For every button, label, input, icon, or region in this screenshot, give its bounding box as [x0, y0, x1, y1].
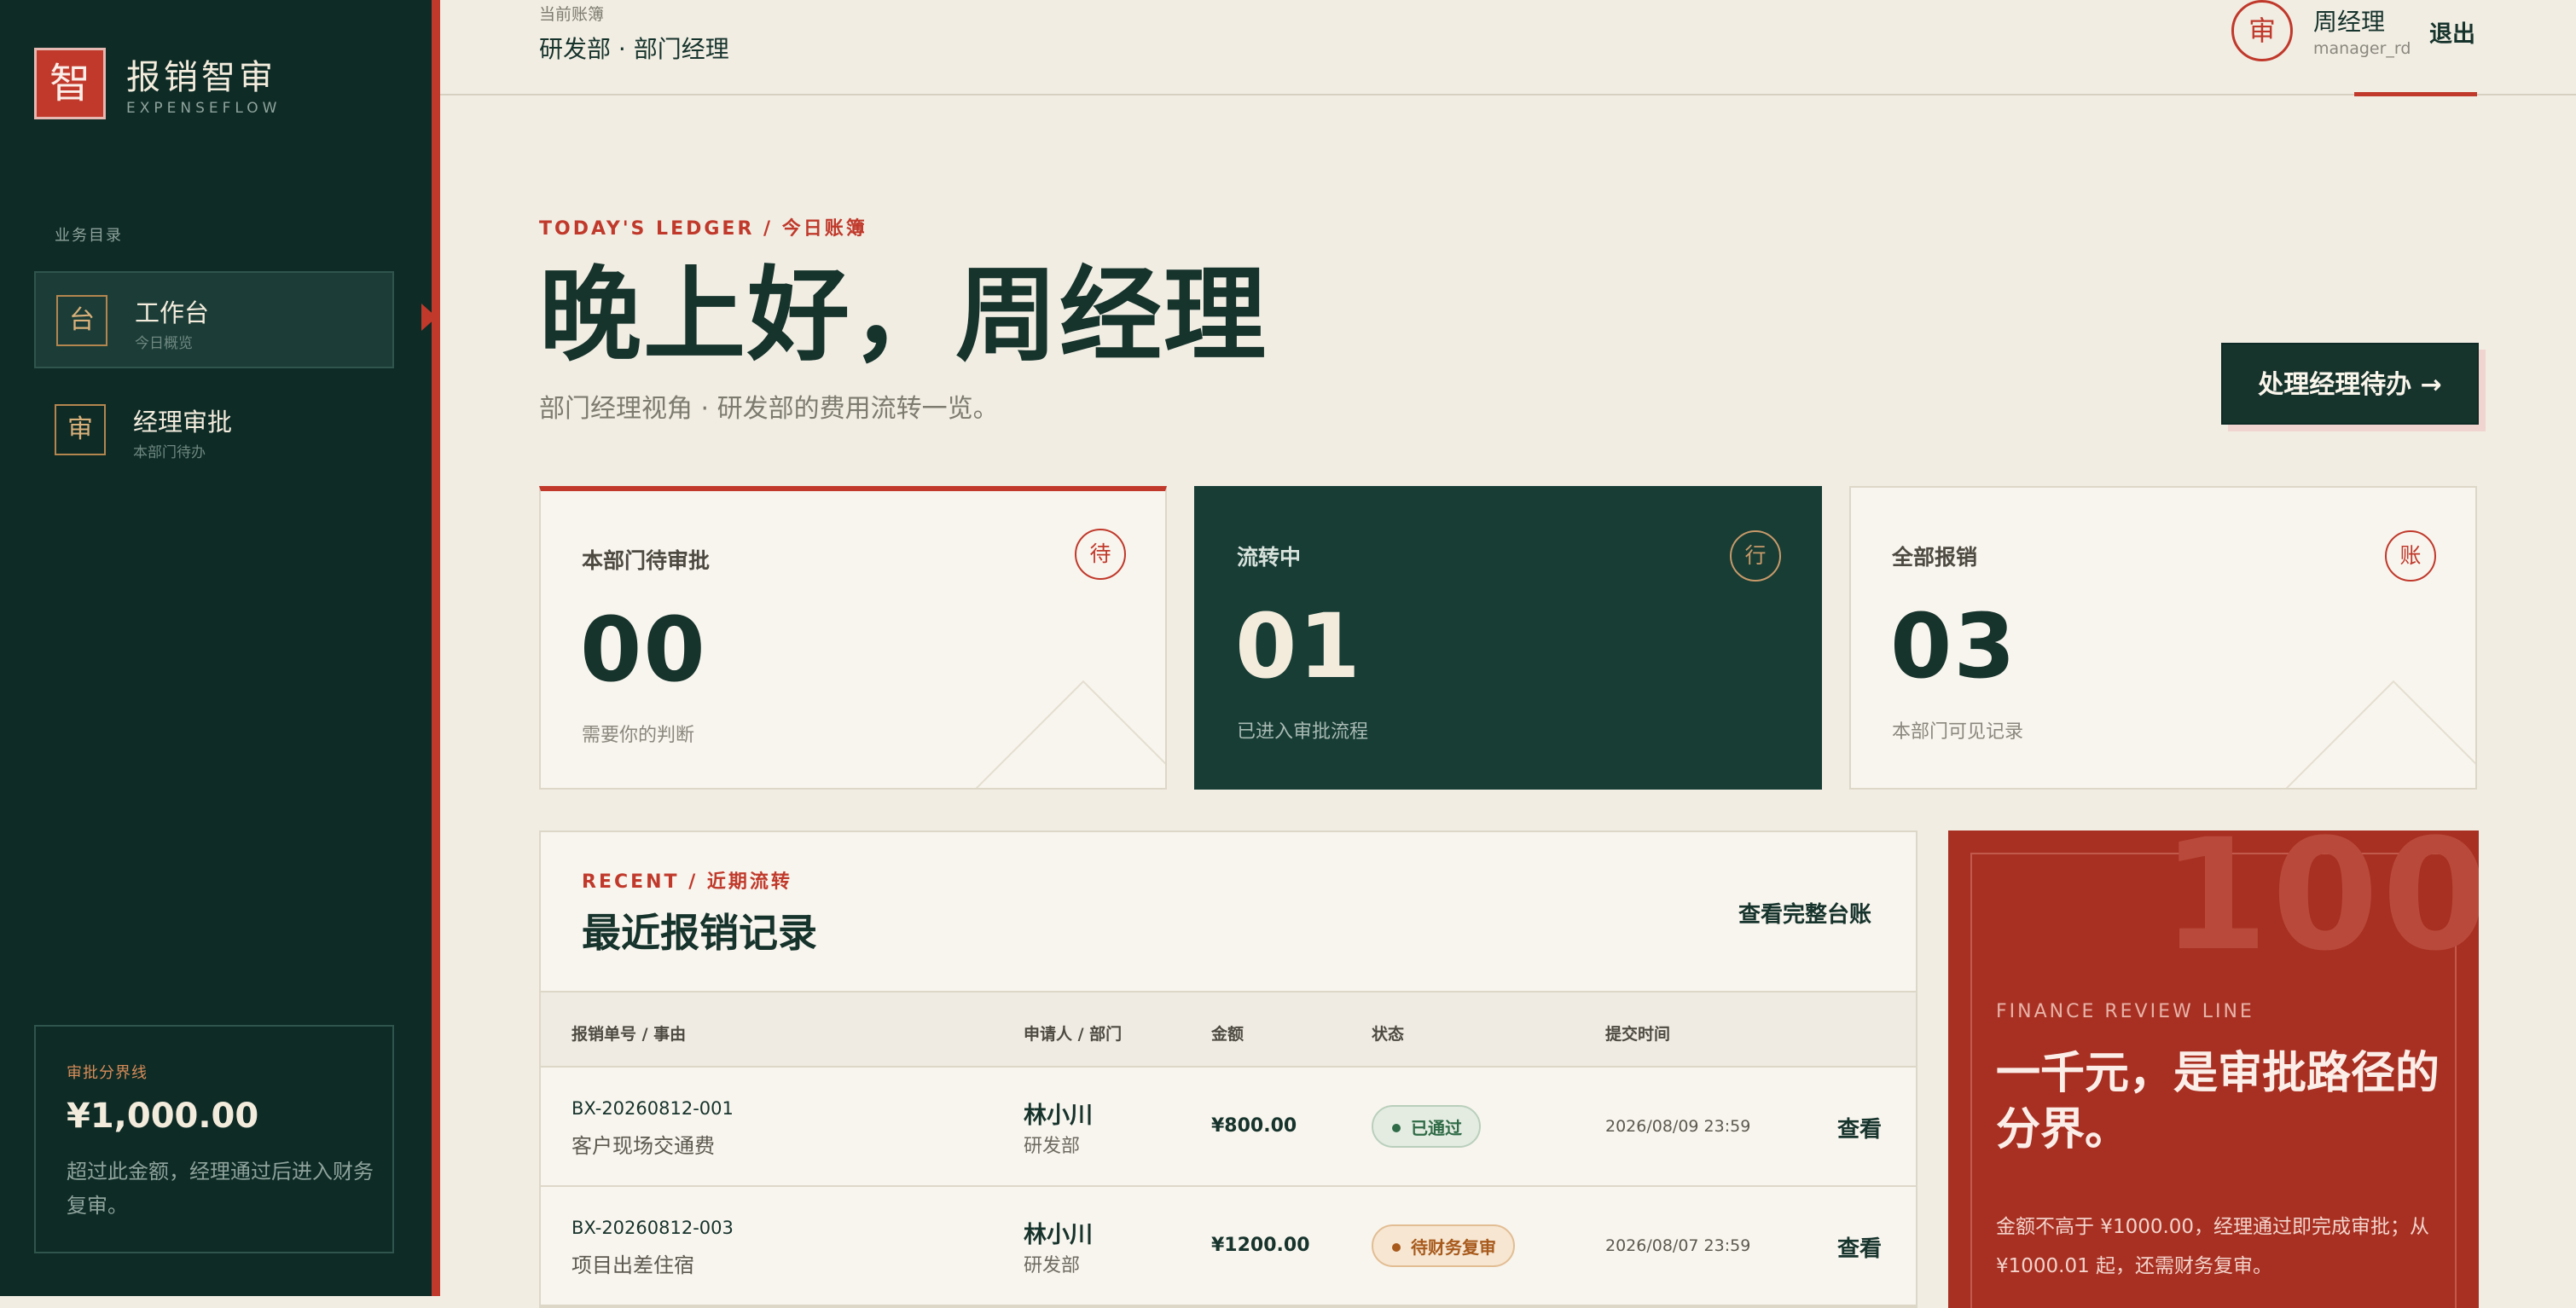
pending-icon: 待 — [1075, 529, 1126, 580]
ledger-label: 当前账簿 — [539, 5, 605, 24]
applicant-name: 林小川 — [1024, 1103, 1093, 1129]
card-decoration — [2270, 680, 2475, 788]
sidebar-accent-bar — [432, 0, 440, 1296]
recent-title: 最近报销记录 — [582, 910, 817, 956]
sidebar-section-label: 业务目录 — [55, 227, 123, 245]
view-full-ledger-link[interactable]: 查看完整台账 — [1738, 897, 1871, 929]
sidebar-item-label: 经理审批 — [133, 408, 233, 437]
user-id: manager_rd — [2313, 39, 2411, 58]
stat-title: 全部报销 — [1892, 545, 1978, 570]
stat-title: 流转中 — [1237, 545, 1302, 570]
applicant-dept: 研发部 — [1024, 1255, 1081, 1276]
column-header: 提交时间 — [1605, 1025, 1671, 1044]
user-underline — [2354, 92, 2477, 96]
recent-eyebrow: RECENT / 近期流转 — [582, 871, 792, 893]
sidebar-item-sub: 本部门待办 — [133, 444, 206, 461]
table-row[interactable]: BX-20260812-001 客户现场交通费 林小川 研发部 ¥800.00 … — [541, 1068, 1916, 1187]
record-reason: 客户现场交通费 — [571, 1134, 715, 1158]
app-name: 报销智审 — [126, 58, 276, 97]
stat-value: 00 — [580, 598, 707, 702]
table-row[interactable]: BX-20260812-003 项目出差住宿 林小川 研发部 ¥1200.00 … — [541, 1187, 1916, 1306]
table-header: 报销单号 / 事由 申请人 / 部门 金额 状态 提交时间 — [541, 991, 1916, 1068]
threshold-amount: ¥1,000.00 — [67, 1097, 259, 1136]
finance-review-panel: 1000 FINANCE REVIEW LINE 一千元，是审批路径的分界。 金… — [1948, 831, 2479, 1308]
workbench-icon: 台 — [56, 295, 107, 346]
sidebar-item-label: 工作台 — [135, 298, 210, 327]
sidebar-item-sub: 今日概览 — [135, 335, 193, 352]
page-subtitle: 部门经理视角 · 研发部的费用流转一览。 — [539, 394, 999, 424]
status-badge: 待财务复审 — [1372, 1224, 1515, 1267]
column-header: 状态 — [1372, 1025, 1405, 1044]
record-id: BX-20260812-003 — [571, 1218, 734, 1238]
sidebar: 智 报销智审 EXPENSEFLOW 业务目录 台 工作台 今日概览 审 经理审… — [0, 0, 432, 1296]
submit-time: 2026/08/07 23:59 — [1605, 1236, 1751, 1255]
finance-note: 金额不高于 ¥1000.00，经理通过即完成审批；从 ¥1000.01 起，还需… — [1996, 1216, 2430, 1277]
stat-title: 本部门待审批 — [582, 548, 711, 573]
sidebar-item-workbench[interactable]: 台 工作台 今日概览 — [34, 271, 394, 368]
record-amount: ¥800.00 — [1211, 1115, 1297, 1137]
app-name-en: EXPENSEFLOW — [126, 100, 281, 117]
record-reason: 项目出差住宿 — [571, 1253, 694, 1277]
recent-records-panel: RECENT / 近期流转 最近报销记录 查看完整台账 报销单号 / 事由 申请… — [539, 831, 1917, 1308]
avatar[interactable]: 审 — [2231, 0, 2293, 61]
ledger-icon: 账 — [2385, 530, 2436, 582]
applicant-name: 林小川 — [1024, 1222, 1093, 1248]
threshold-note: 超过此金额，经理通过后进入财务复审。 — [67, 1160, 374, 1218]
record-id: BX-20260812-001 — [571, 1098, 734, 1119]
threshold-label: 审批分界线 — [67, 1064, 148, 1082]
card-decoration — [960, 680, 1165, 788]
stat-card-in-progress[interactable]: 流转中 行 01 已进入审批流程 — [1194, 486, 1822, 790]
approval-icon: 审 — [55, 404, 106, 455]
stat-card-all[interactable]: 全部报销 账 03 本部门可见记录 — [1849, 486, 2477, 790]
stat-note: 已进入审批流程 — [1237, 721, 1369, 743]
stat-value: 01 — [1235, 594, 1362, 698]
view-record-button[interactable]: 查看 — [1837, 1231, 1882, 1263]
record-amount: ¥1200.00 — [1211, 1235, 1310, 1256]
column-header: 申请人 / 部门 — [1024, 1025, 1123, 1044]
column-header: 金额 — [1211, 1025, 1244, 1044]
status-badge: 已通过 — [1372, 1105, 1481, 1148]
threshold-watermark: 1000 — [2161, 831, 2479, 985]
stat-note: 需要你的判断 — [582, 725, 695, 746]
stat-note: 本部门可见记录 — [1892, 721, 2024, 743]
user-name: 周经理 — [2313, 8, 2386, 36]
finance-eyebrow: FINANCE REVIEW LINE — [1996, 1001, 2254, 1022]
stat-card-pending[interactable]: 本部门待审批 待 00 需要你的判断 — [539, 486, 1167, 790]
active-indicator-icon — [421, 304, 437, 331]
submit-time: 2026/08/09 23:59 — [1605, 1117, 1751, 1136]
approval-threshold-panel: 审批分界线 ¥1,000.00 超过此金额，经理通过后进入财务复审。 — [34, 1025, 394, 1253]
page-title: 晚上好，周经理 — [539, 255, 1268, 375]
hero-eyebrow: TODAY'S LEDGER / 今日账簿 — [539, 218, 867, 240]
column-header: 报销单号 / 事由 — [571, 1025, 687, 1044]
ledger-selector[interactable]: 研发部 · 部门经理 — [539, 31, 729, 65]
sidebar-item-manager-approval[interactable]: 审 经理审批 本部门待办 — [34, 382, 394, 479]
view-record-button[interactable]: 查看 — [1837, 1112, 1882, 1143]
logo-mark: 智 — [34, 48, 106, 119]
top-bar: 当前账簿 研发部 · 部门经理 审 周经理 manager_rd 退出 — [440, 0, 2576, 96]
in-progress-icon: 行 — [1730, 530, 1781, 582]
logout-button[interactable]: 退出 — [2429, 15, 2475, 49]
finance-title: 一千元，是审批路径的分界。 — [1996, 1047, 2440, 1155]
applicant-dept: 研发部 — [1024, 1136, 1081, 1157]
process-todo-button[interactable]: 处理经理待办 → — [2221, 343, 2479, 425]
stat-value: 03 — [1890, 594, 2017, 698]
